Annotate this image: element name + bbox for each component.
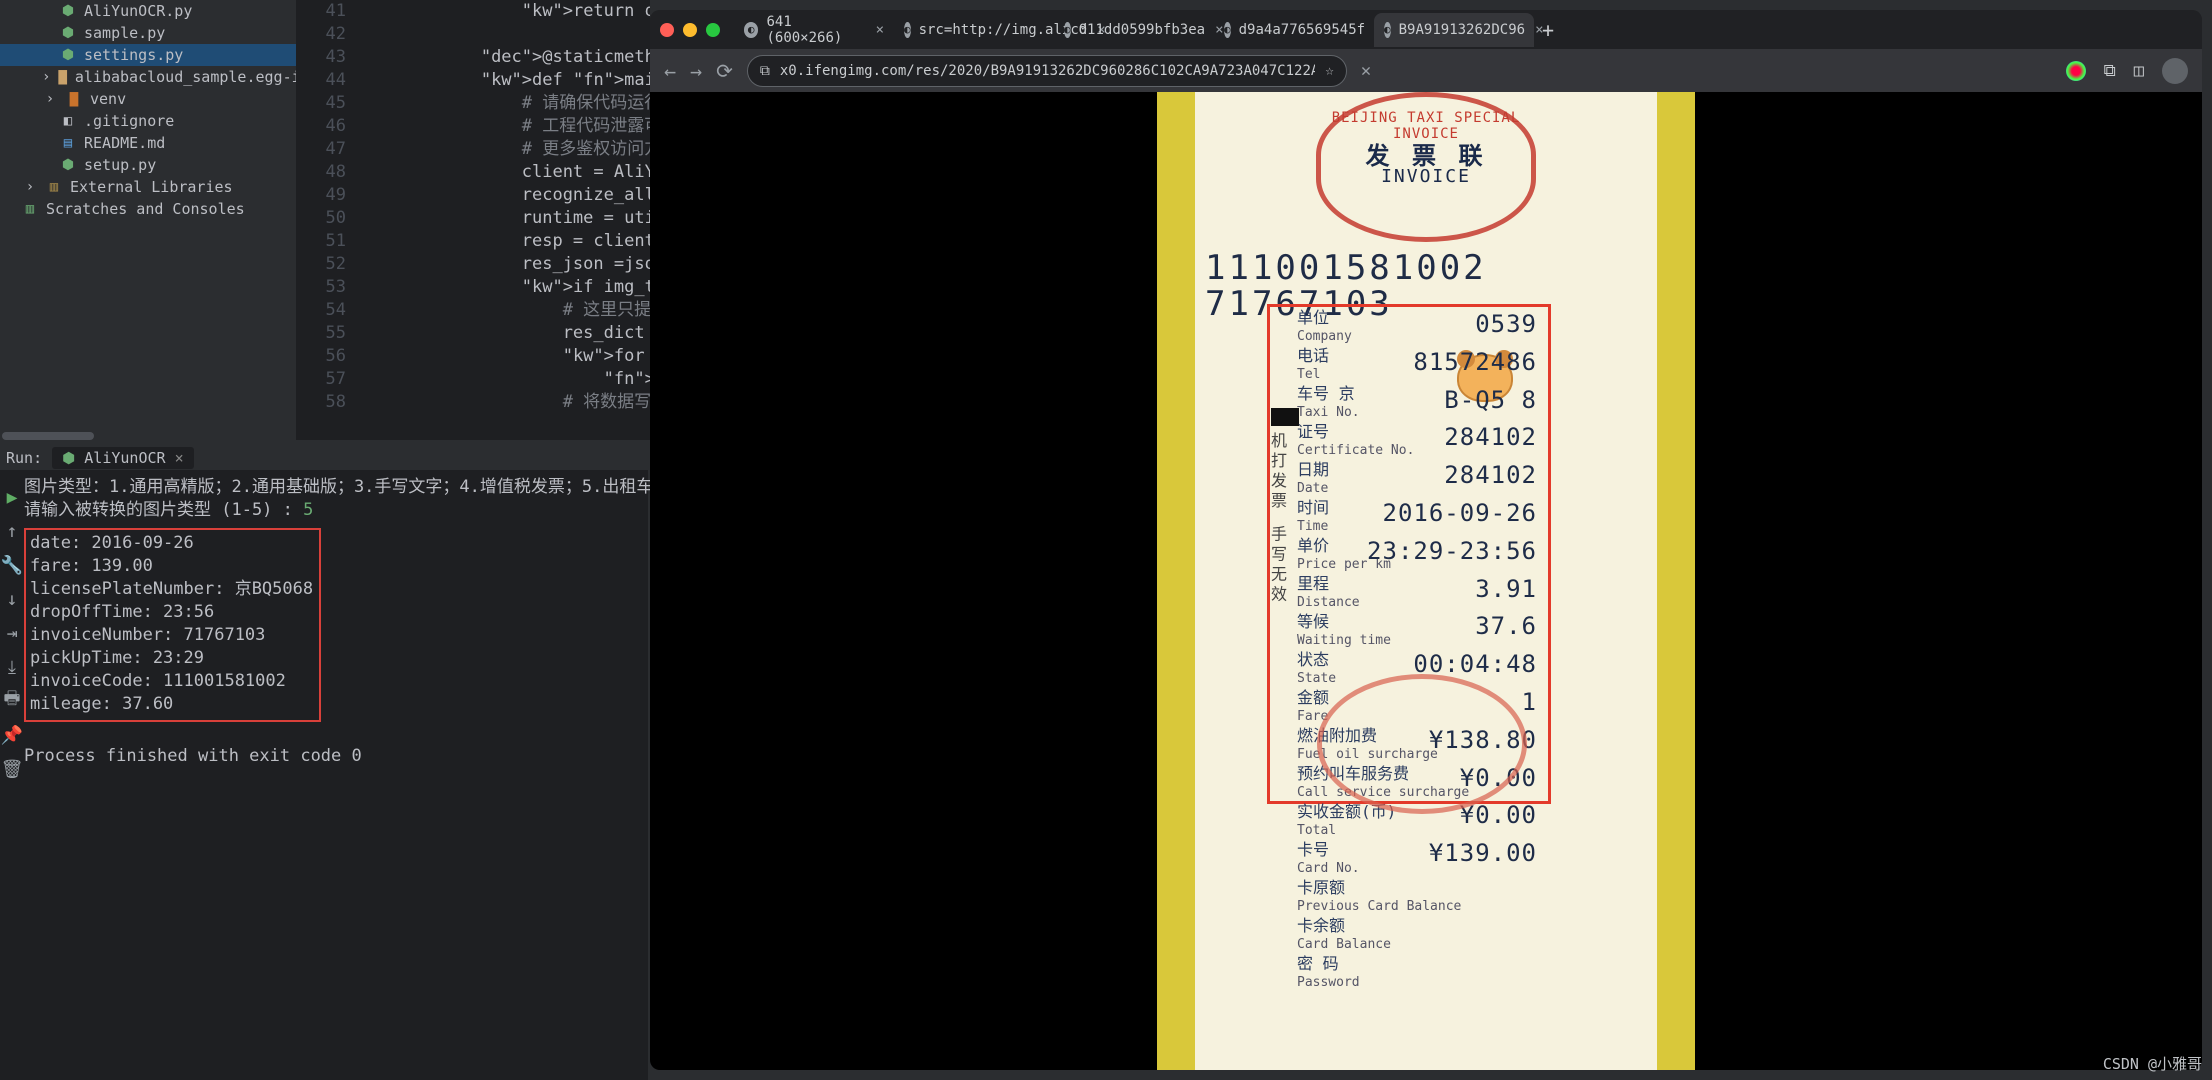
run-label: Run: bbox=[6, 449, 42, 467]
chevron-right-icon: › bbox=[42, 91, 58, 107]
side-note: 机打发票 手写无效 bbox=[1271, 432, 1289, 606]
forward-button[interactable]: → bbox=[690, 59, 702, 83]
file-icon: ◧ bbox=[60, 113, 76, 129]
maximize-window-icon[interactable] bbox=[706, 23, 720, 37]
folder-icon: ▇ bbox=[66, 91, 82, 107]
minimize-window-icon[interactable] bbox=[683, 23, 697, 37]
close-window-icon[interactable] bbox=[660, 23, 674, 37]
chevron-right-icon: › bbox=[22, 179, 38, 195]
url-input[interactable]: ⧉ x0.ifengimg.com/res/2020/B9A91913262DC… bbox=[747, 55, 1347, 87]
browser-tab[interactable]: ◐011dd0599bfb3ea× bbox=[1054, 13, 1214, 47]
chevron-right-icon: › bbox=[42, 69, 50, 85]
watermark: CSDN @小雅哥 bbox=[2103, 1053, 2202, 1074]
globe-icon: ◐ bbox=[1064, 22, 1071, 38]
library-icon: ▥ bbox=[46, 179, 62, 195]
line-gutter: 41 42 43 44 45 46 47 48 49 50 51 52 53 5… bbox=[296, 0, 358, 440]
scratches[interactable]: ▥Scratches and Consoles bbox=[0, 198, 296, 220]
new-tab-button[interactable]: + bbox=[1534, 16, 1562, 44]
python-icon: ⬢ bbox=[60, 47, 76, 63]
file-item[interactable]: ⬢setup.py bbox=[0, 154, 296, 176]
folder-item[interactable]: ›▇venv bbox=[0, 88, 296, 110]
extension-icon[interactable] bbox=[2066, 61, 2086, 81]
scratch-icon: ▥ bbox=[22, 201, 38, 217]
code-editor[interactable]: 41 42 43 44 45 46 47 48 49 50 51 52 53 5… bbox=[296, 0, 650, 440]
window-controls[interactable] bbox=[660, 23, 720, 37]
url-text: x0.ifengimg.com/res/2020/B9A91913262DC96… bbox=[780, 63, 1316, 79]
horizontal-scrollbar[interactable] bbox=[0, 430, 296, 442]
run-console: ▶ ↑ 🔧 ↓ ⇥ ⤓ 🖶 📌 🗑 图片类型：1.通用高精版；2.通用基础版；3… bbox=[0, 470, 648, 1080]
browser-tab[interactable]: ◐641 (600×266)× bbox=[734, 13, 894, 47]
run-toolbar: Run: ⬢ AliYunOCR × bbox=[0, 446, 650, 470]
down-icon[interactable]: ↓ bbox=[0, 588, 24, 610]
bookmark-star-icon[interactable]: ☆ bbox=[1325, 63, 1333, 79]
invoice-code: 111001581002 bbox=[1205, 248, 1487, 288]
file-item[interactable]: ⬢AliYunOCR.py bbox=[0, 0, 296, 22]
rerun-icon[interactable]: ▶ bbox=[0, 486, 24, 508]
bottom-stamp bbox=[1317, 674, 1527, 814]
external-libraries[interactable]: ›▥External Libraries bbox=[0, 176, 296, 198]
file-item[interactable]: ▤README.md bbox=[0, 132, 296, 154]
console-output[interactable]: 图片类型：1.通用高精版；2.通用基础版；3.手写文字；4.增值税发票；5.出租… bbox=[24, 470, 704, 1080]
browser-tab[interactable]: ◐d9a4a776569545f× bbox=[1214, 13, 1374, 47]
pin-icon[interactable]: 📌 bbox=[0, 724, 24, 746]
globe-icon: ◐ bbox=[1224, 22, 1231, 38]
file-item[interactable]: ◧.gitignore bbox=[0, 110, 296, 132]
run-config[interactable]: ⬢ AliYunOCR × bbox=[52, 447, 193, 469]
folder-item[interactable]: ›▇alibabacloud_sample.egg-info bbox=[0, 66, 296, 88]
globe-icon: ◐ bbox=[1384, 22, 1391, 38]
browser-viewport: BEIJING TAXI SPECIAL INVOICE 发 票 联 INVOI… bbox=[650, 92, 2202, 1070]
python-icon: ⬢ bbox=[60, 25, 76, 41]
tab-strip: ◐641 (600×266)× ◐src=http://img.alicd× ◐… bbox=[650, 10, 2202, 49]
reload-button[interactable]: ⟳ bbox=[716, 59, 733, 83]
browser-tab-active[interactable]: ◐B9A91913262DC96× bbox=[1374, 13, 1534, 47]
code-content[interactable]: "kw">return ocr_api20210707Client "dec">… bbox=[358, 0, 650, 440]
file-item-selected[interactable]: ⬢settings.py bbox=[0, 44, 296, 66]
markdown-icon: ▤ bbox=[60, 135, 76, 151]
site-settings-icon[interactable]: ⧉ bbox=[760, 63, 770, 79]
wrap-icon[interactable]: ⇥ bbox=[0, 622, 24, 644]
desktop-icon[interactable]: ⧉ bbox=[2104, 61, 2116, 81]
python-icon: ⬢ bbox=[60, 3, 76, 19]
chrome-window: ◐641 (600×266)× ◐src=http://img.alicd× ◐… bbox=[650, 10, 2202, 1070]
globe-icon: ◐ bbox=[744, 22, 758, 38]
file-item[interactable]: ⬢sample.py bbox=[0, 22, 296, 44]
profile-avatar[interactable] bbox=[2162, 58, 2188, 84]
print-icon[interactable]: 🖶 bbox=[0, 690, 24, 712]
extensions-icon[interactable]: ◫ bbox=[2134, 61, 2144, 81]
trash-icon[interactable]: 🗑 bbox=[0, 758, 24, 780]
project-tree[interactable]: ⬢AliYunOCR.py ⬢sample.py ⬢settings.py ›▇… bbox=[0, 0, 296, 440]
python-icon: ⬢ bbox=[62, 449, 84, 467]
back-button[interactable]: ← bbox=[664, 59, 676, 83]
receipt-image: BEIJING TAXI SPECIAL INVOICE 发 票 联 INVOI… bbox=[1157, 92, 1695, 1070]
scroll-icon[interactable]: ⤓ bbox=[0, 656, 24, 678]
tool-icon[interactable]: 🔧 bbox=[0, 554, 24, 576]
python-icon: ⬢ bbox=[60, 157, 76, 173]
close-tab-icon[interactable]: × bbox=[876, 22, 884, 38]
globe-icon: ◐ bbox=[904, 22, 911, 38]
console-toolbar: ▶ ↑ 🔧 ↓ ⇥ ⤓ 🖶 📌 🗑 bbox=[0, 470, 24, 1080]
address-bar-row: ← → ⟳ ⧉ x0.ifengimg.com/res/2020/B9A9191… bbox=[650, 49, 2202, 92]
clear-icon[interactable]: ✕ bbox=[1361, 61, 1371, 81]
up-icon[interactable]: ↑ bbox=[0, 520, 24, 542]
invoice-stamp: BEIJING TAXI SPECIAL INVOICE 发 票 联 INVOI… bbox=[1316, 92, 1536, 242]
browser-tab[interactable]: ◐src=http://img.alicd× bbox=[894, 13, 1054, 47]
folder-icon: ▇ bbox=[58, 69, 66, 85]
